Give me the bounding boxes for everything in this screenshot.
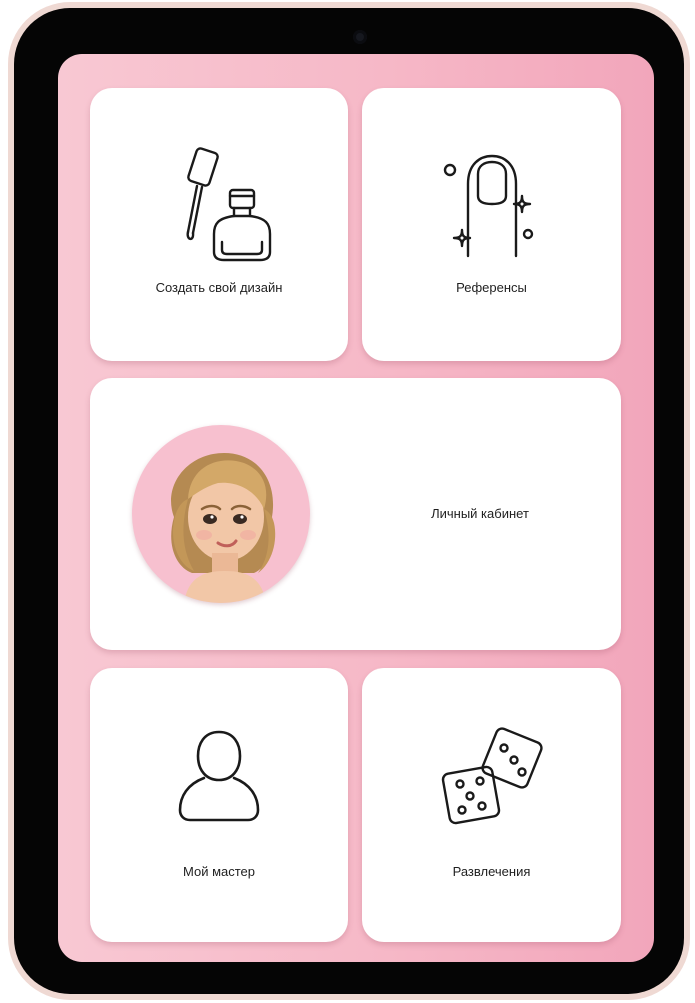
nail-sparkle-icon [442,152,542,267]
nail-polish-icon [164,146,274,271]
tablet-bezel: Создать свой дизайн Референсы Личный каб… [14,8,684,994]
personal-cabinet-label: Личный кабинет [431,506,529,521]
my-master-label: Мой мастер [182,864,255,879]
avatar [132,425,310,603]
personal-cabinet-card[interactable]: Личный кабинет [90,378,621,650]
entertainment-label: Развлечения [452,864,531,879]
person-icon [174,728,264,829]
tablet-frame: Создать свой дизайн Референсы Личный каб… [8,2,690,1000]
my-master-card[interactable]: Мой мастер [90,668,348,942]
camera-icon [353,30,367,44]
create-design-card[interactable]: Создать свой дизайн [90,88,348,361]
create-design-label: Создать свой дизайн [155,280,283,295]
references-card[interactable]: Референсы [362,88,621,361]
entertainment-card[interactable]: Развлечения [362,668,621,942]
app-screen: Создать свой дизайн Референсы Личный каб… [58,54,654,962]
dice-icon [440,726,544,835]
references-label: Референсы [456,280,527,295]
